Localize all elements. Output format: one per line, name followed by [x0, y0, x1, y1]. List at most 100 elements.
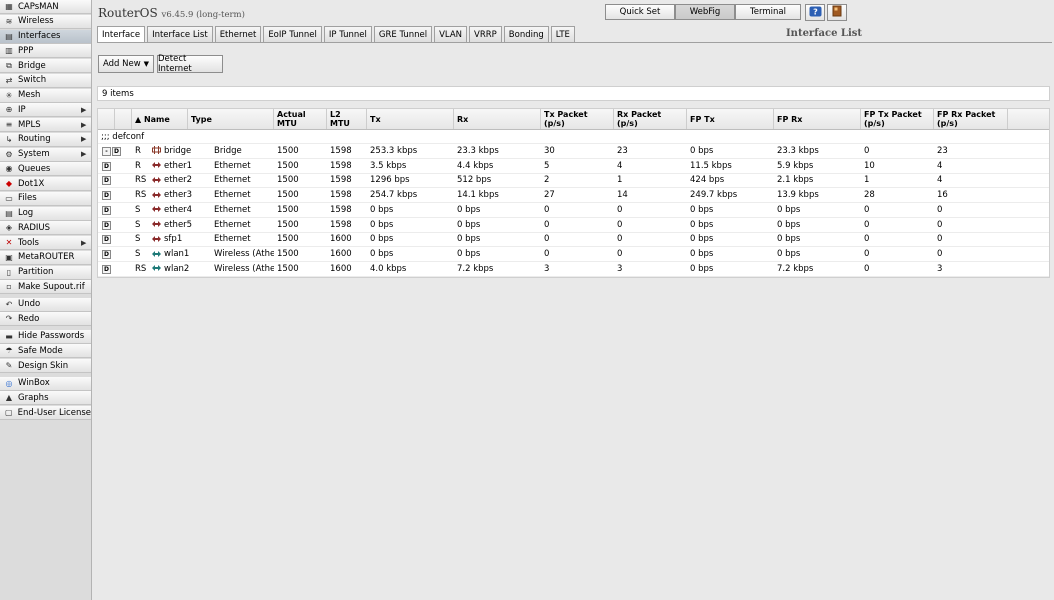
tab-vrrp[interactable]: VRRP — [469, 26, 502, 42]
table-row[interactable]: - D Rbridge Bridge 1500 1598 253.3 kbps 23.3 kb… — [98, 144, 1049, 159]
detect-internet-button[interactable]: Detect Internet — [157, 54, 223, 74]
tab-gre-tunnel[interactable]: GRE Tunnel — [373, 26, 433, 42]
dynamic-flag-button[interactable]: D — [102, 176, 111, 186]
sidebar-item-metarouter[interactable]: ▣ MetaROUTER — [0, 250, 91, 265]
sidebar-item-label: Dot1X — [18, 178, 45, 189]
ip-icon: ⊕ — [5, 105, 13, 115]
column-header[interactable]: Rx — [454, 109, 541, 129]
sidebar-item-system[interactable]: ⚙ System ▶ — [0, 147, 91, 162]
terminal-button[interactable]: Terminal — [735, 4, 801, 20]
help-button[interactable]: ? — [805, 4, 825, 21]
tab-interface[interactable]: Interface — [97, 26, 146, 43]
tab-ethernet[interactable]: Ethernet — [214, 26, 262, 42]
cell-fprxp: 3 — [937, 263, 943, 274]
table-row[interactable]: D Sether4 Ethernet 1500 1598 0 bps 0 bps 0 0 0 bp… — [98, 203, 1049, 218]
row-flags: RS — [135, 263, 147, 274]
cell-fprx: 0 bps — [777, 219, 801, 230]
table-row[interactable]: D RS wlan2 Wireless (Atheros AR91500 1600 4.0… — [98, 262, 1049, 277]
column-header[interactable]: Rx Packet (p/s) — [614, 109, 687, 129]
sidebar-item-mesh[interactable]: ✳ Mesh — [0, 88, 91, 103]
logout-button[interactable] — [827, 4, 847, 21]
sidebar-item-redo[interactable]: ↷ Redo — [0, 312, 91, 327]
dynamic-flag-button[interactable]: D — [102, 235, 111, 245]
sidebar-item-graphs[interactable]: ▲ Graphs — [0, 391, 91, 406]
sidebar-item-design-skin[interactable]: ✎ Design Skin — [0, 359, 91, 373]
column-header[interactable]: Tx — [367, 109, 454, 129]
cell-name[interactable]: ether2 — [149, 175, 211, 185]
cell-name[interactable]: ether5 — [149, 220, 211, 230]
cell-name[interactable]: ether4 — [149, 205, 211, 215]
redo-icon: ↷ — [5, 314, 13, 324]
column-header[interactable]: ▲ Name — [132, 109, 188, 129]
tab-eoip-tunnel[interactable]: EoIP Tunnel — [263, 26, 322, 42]
sidebar-item-ppp[interactable]: ▥ PPP — [0, 44, 91, 59]
cell-fprxp: 0 — [937, 234, 943, 245]
row-flags: RS — [135, 175, 147, 186]
cell-mtu: 1500 — [277, 263, 299, 274]
column-header[interactable]: FP Rx Packet (p/s) — [934, 109, 1008, 129]
tab-interface-list[interactable]: Interface List — [147, 26, 213, 42]
sidebar-item-bridge[interactable]: ⧉ Bridge — [0, 59, 91, 73]
cell-rxp: 0 — [617, 249, 623, 260]
table-row[interactable]: D Ssfp1 Ethernet 1500 1600 0 bps 0 bps 0 0 0 bps 0… — [98, 233, 1049, 248]
table-row[interactable]: D Swlan1 Wireless (Atheros AR91500 1600 0 bp… — [98, 247, 1049, 262]
sidebar-item-queues[interactable]: ◉ Queues — [0, 162, 91, 177]
sidebar-item-tools[interactable]: ✕ Tools ▶ — [0, 236, 91, 250]
sidebar-item-mpls[interactable]: ≡ MPLS ▶ — [0, 118, 91, 132]
table-row[interactable]: D RS ether3 Ethernet 1500 1598 254.7 kbps 14.1 … — [98, 188, 1049, 203]
cell-fprxp: 16 — [937, 190, 948, 201]
cell-name[interactable]: wlan1 — [149, 249, 211, 259]
collapse-button[interactable]: - — [102, 146, 111, 156]
sidebar-item-wireless[interactable]: ≋ Wireless — [0, 14, 91, 29]
dynamic-flag-button[interactable]: D — [102, 161, 111, 171]
dynamic-flag-button[interactable]: D — [112, 146, 121, 156]
sidebar-item-log[interactable]: ▤ Log — [0, 206, 91, 221]
dynamic-flag-button[interactable]: D — [102, 220, 111, 230]
cell-name[interactable]: ether1 — [149, 161, 211, 171]
table-row[interactable]: D RS ether2 Ethernet 1500 1598 1296 bps 512 bps… — [98, 174, 1049, 189]
dynamic-flag-button[interactable]: D — [102, 264, 111, 274]
dynamic-flag-button[interactable]: D — [102, 205, 111, 215]
column-header[interactable]: Actual MTU — [274, 109, 327, 129]
column-header — [98, 109, 115, 129]
cell-name[interactable]: bridge — [149, 146, 211, 156]
sidebar-item-hide-passwords[interactable]: ▬ Hide Passwords — [0, 329, 91, 344]
tab-lte[interactable]: LTE — [550, 26, 575, 42]
sidebar-item-capsman[interactable]: ▦ CAPsMAN — [0, 0, 91, 14]
column-header[interactable]: FP Tx Packet (p/s) — [861, 109, 934, 129]
column-header[interactable]: Type — [188, 109, 274, 129]
sidebar-item-ip[interactable]: ⊕ IP ▶ — [0, 103, 91, 118]
cell-name[interactable]: ether3 — [149, 190, 211, 200]
sidebar-item-partition[interactable]: ▯ Partition — [0, 265, 91, 280]
column-header[interactable]: Tx Packet (p/s) — [541, 109, 614, 129]
sidebar-item-end-user-license[interactable]: ▢ End-User License — [0, 406, 91, 420]
row-flags: S — [135, 234, 141, 245]
quick-set-button[interactable]: Quick Set — [605, 4, 675, 20]
add-new-button[interactable]: Add New ▼ — [98, 55, 154, 73]
dynamic-flag-button[interactable]: D — [102, 250, 111, 260]
cell-name[interactable]: wlan2 — [149, 264, 211, 274]
table-row[interactable]: D Rether1 Ethernet 1500 1598 3.5 kbps 4.4 kbps… — [98, 159, 1049, 174]
tab-vlan[interactable]: VLAN — [434, 26, 468, 42]
webfig-button[interactable]: WebFig — [675, 4, 735, 20]
dynamic-flag-button[interactable]: D — [102, 191, 111, 201]
sidebar-item-make-supout-rif[interactable]: ▫ Make Supout.rif — [0, 280, 91, 295]
sidebar-item-interfaces[interactable]: ▤ Interfaces — [0, 29, 91, 44]
sidebar-item-winbox[interactable]: ◎ WinBox — [0, 376, 91, 391]
sidebar-item-label: Partition — [18, 267, 54, 277]
sidebar-item-switch[interactable]: ⇄ Switch — [0, 73, 91, 88]
sidebar-item-safe-mode[interactable]: ☂ Safe Mode — [0, 344, 91, 359]
cell-name[interactable]: sfp1 — [149, 234, 211, 244]
column-header[interactable]: L2 MTU — [327, 109, 367, 129]
sidebar-item-routing[interactable]: ↳ Routing ▶ — [0, 132, 91, 147]
sidebar-item-files[interactable]: ▭ Files — [0, 191, 91, 206]
sidebar-item-radius[interactable]: ◈ RADIUS — [0, 221, 91, 236]
table-row[interactable]: D Sether5 Ethernet 1500 1598 0 bps 0 bps 0 0 0 bp… — [98, 218, 1049, 233]
column-header[interactable]: FP Rx — [774, 109, 861, 129]
sidebar-item-undo[interactable]: ↶ Undo — [0, 297, 91, 312]
tab-bonding[interactable]: Bonding — [503, 26, 549, 42]
sidebar-item-dot1x[interactable]: ◆ Dot1X — [0, 177, 91, 191]
column-header[interactable]: FP Tx — [687, 109, 774, 129]
tab-ip-tunnel[interactable]: IP Tunnel — [323, 26, 372, 42]
interface-name: ether4 — [164, 204, 193, 215]
